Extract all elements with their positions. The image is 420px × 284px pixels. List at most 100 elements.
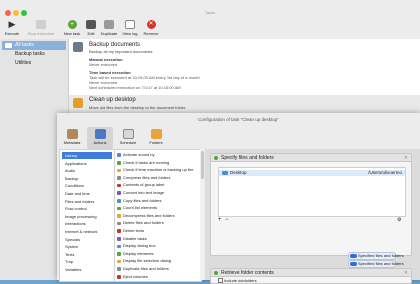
category-item[interactable]: Variables	[62, 266, 112, 273]
edit-button[interactable]: Edit	[84, 20, 98, 36]
category-list: Library Applications Audio Backup Conditions…	[59, 149, 115, 282]
file-list: Desktop /Users/ulivoermo	[218, 167, 406, 217]
folder-icon	[222, 171, 228, 175]
action-item[interactable]: Display elements	[117, 251, 199, 257]
action-icon	[117, 236, 121, 241]
action-icon	[117, 214, 121, 218]
tab-schedule[interactable]: Schedule	[115, 127, 141, 149]
action-icon	[117, 221, 121, 226]
action-item[interactable]: Compress files and folders	[117, 175, 199, 181]
category-item[interactable]: Conditions	[62, 182, 112, 189]
action-item[interactable]: Check if time machine is backing up the	[117, 167, 199, 173]
stop-icon	[36, 20, 46, 29]
tab-metadata[interactable]: Metadata	[59, 127, 85, 149]
card-header: Retrieve folder contents	[211, 269, 411, 277]
action-item[interactable]: Display file selection dialog	[117, 258, 199, 264]
category-item[interactable]: Files and folders	[62, 198, 112, 205]
file-row[interactable]: Desktop /Users/ulivoermo	[219, 170, 405, 176]
duplicate-button[interactable]: Duplicate	[98, 20, 120, 36]
action-item[interactable]: Contents of group label	[117, 182, 199, 188]
gear-icon[interactable]: ⚙	[397, 217, 401, 223]
remove-button[interactable]: ✕ Remove	[142, 20, 160, 36]
close-icon[interactable]: ✕	[404, 154, 408, 162]
action-item[interactable]: Eject volumes	[117, 274, 199, 280]
category-item[interactable]: Applications	[62, 160, 112, 167]
include-subfolders-checkbox[interactable]: Include subfolders	[218, 278, 257, 284]
category-item[interactable]: Flow control	[62, 205, 112, 212]
task-item-backup[interactable]: Backup documents Backup all my important…	[69, 39, 420, 95]
category-item[interactable]: Specials	[62, 236, 112, 243]
category-item[interactable]: Library	[62, 152, 112, 159]
file-path: /Users/ulivoermo	[368, 170, 402, 175]
action-item[interactable]: Activate sound by	[117, 152, 199, 158]
action-icon	[117, 191, 121, 195]
category-item[interactable]: Date and time	[62, 190, 112, 197]
sidebar-item-backup-tasks[interactable]: Backup tasks	[2, 50, 66, 59]
tab-actions[interactable]: Actions	[87, 127, 113, 149]
category-item[interactable]: Tmp	[62, 258, 112, 265]
action-icon	[117, 244, 121, 249]
action-item[interactable]: Delete files and folders	[117, 220, 199, 226]
category-item[interactable]: Texts	[62, 251, 112, 258]
task-name: Clean up desktop	[89, 97, 136, 103]
variable-icon	[350, 254, 357, 258]
calendar-icon	[122, 129, 134, 139]
sidebar-item-utilities[interactable]: Utilities	[2, 59, 66, 68]
output-connector: Specified files and folders	[348, 252, 404, 260]
stop-execution-button[interactable]: Stop execution	[24, 20, 58, 36]
action-item[interactable]: Check if tasks are running	[117, 160, 199, 166]
action-item[interactable]: Count list elements	[117, 205, 199, 211]
action-item[interactable]: Duplicate files and folders	[117, 266, 199, 272]
action-item[interactable]: Copy files and folders	[117, 198, 199, 204]
action-icon	[117, 267, 121, 271]
action-icon	[214, 156, 218, 160]
action-item[interactable]: Display dialog box	[117, 243, 199, 249]
view-log-button[interactable]: View log	[120, 20, 140, 36]
category-item[interactable]: Audio	[62, 167, 112, 174]
remove-file-button[interactable]: −	[225, 217, 229, 223]
action-icon	[117, 160, 121, 165]
add-file-button[interactable]: +	[218, 217, 222, 223]
action-item[interactable]: Convert into text image	[117, 190, 199, 196]
action-icon	[117, 176, 121, 180]
new-task-button[interactable]: + New task	[62, 20, 82, 36]
task-description: Move old files from the desktop to the d…	[89, 105, 187, 110]
dialog-title: Configuration of task "Clean up desktop"	[198, 117, 279, 122]
action-icon	[117, 153, 121, 157]
action-icon	[117, 274, 121, 279]
close-icon[interactable]: ✕	[404, 269, 408, 277]
task-description: Backup all my important documents.	[89, 49, 154, 54]
action-icon	[117, 259, 121, 264]
gear-icon	[86, 20, 96, 29]
tab-folders[interactable]: Folders	[143, 127, 169, 149]
action-item[interactable]: Decompress files and folders	[117, 213, 199, 219]
category-item[interactable]: Internet & network	[62, 228, 112, 235]
configuration-dialog: Configuration of task "Clean up desktop"…	[57, 113, 420, 284]
action-icon	[117, 252, 121, 256]
backup-icon	[73, 42, 83, 52]
broom-icon	[73, 98, 83, 108]
sidebar-item-all-tasks[interactable]: All tasks	[2, 41, 66, 50]
input-connector: Specified files and folders	[348, 260, 404, 268]
action-icon	[117, 198, 121, 203]
action-icon	[117, 168, 121, 173]
log-icon	[125, 20, 135, 29]
scrollbar-thumb[interactable]	[200, 151, 204, 179]
category-item[interactable]: Interactions	[62, 220, 112, 227]
specify-files-card[interactable]: Specify files and folders ✕ Desktop /Use…	[210, 153, 412, 256]
category-item[interactable]: Backup	[62, 175, 112, 182]
action-item[interactable]: Delete texts	[117, 228, 199, 234]
category-item[interactable]: System	[62, 243, 112, 250]
card-header: Specify files and folders	[211, 154, 411, 162]
action-item[interactable]: Disable tasks	[117, 236, 199, 242]
actions-icon	[94, 129, 106, 139]
variable-icon	[350, 262, 357, 266]
play-icon: ▶	[8, 19, 16, 29]
duplicate-icon	[104, 20, 114, 29]
task-item-cleanup[interactable]: Clean up desktop Move old files from the…	[69, 95, 420, 113]
folder-icon	[5, 43, 12, 48]
action-icon	[117, 206, 121, 211]
category-item[interactable]: Image processing	[62, 213, 112, 220]
execute-button[interactable]: ▶ Execute	[2, 19, 22, 37]
retrieve-folder-card[interactable]: Retrieve folder contents ✕ Include subfo…	[210, 268, 412, 284]
